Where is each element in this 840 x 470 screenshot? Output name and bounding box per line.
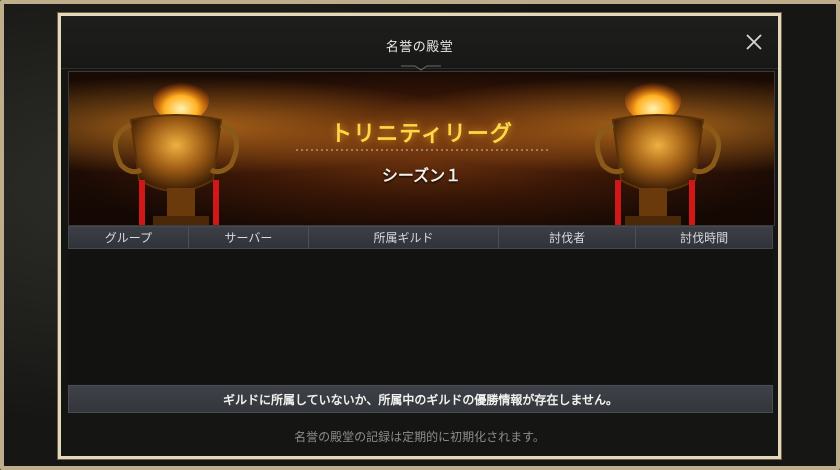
column-header-time[interactable]: 討伐時間: [636, 227, 772, 248]
close-icon[interactable]: [744, 32, 764, 52]
column-header-defeater[interactable]: 討伐者: [499, 227, 637, 248]
season-label: シーズン１: [381, 166, 462, 185]
league-banner: トリニティリーグ シーズン１: [68, 71, 775, 226]
column-header-server[interactable]: サーバー: [189, 227, 310, 248]
trophy-icon: [594, 80, 722, 225]
title-bar: 名誉の殿堂: [61, 16, 778, 69]
column-header-group[interactable]: グループ: [69, 227, 189, 248]
banner-divider: [296, 149, 548, 151]
table-header: グループ サーバー 所属ギルド 討伐者 討伐時間: [68, 226, 773, 249]
trophy-icon: [112, 80, 240, 225]
ranking-list: [68, 249, 773, 384]
column-header-guild[interactable]: 所属ギルド: [309, 227, 499, 248]
dialog-title: 名誉の殿堂: [385, 40, 454, 55]
empty-notice: ギルドに所属していないか、所属中のギルドの優勝情報が存在しません。: [68, 385, 773, 413]
reset-note: 名誉の殿堂の記録は定期的に初期化されます。: [294, 430, 545, 444]
hall-of-fame-dialog: 名誉の殿堂 トリニティリーグ シーズン１ グループ サーバー 所属ギルド 討伐者…: [58, 13, 781, 459]
league-title: トリニティリーグ: [330, 122, 513, 147]
